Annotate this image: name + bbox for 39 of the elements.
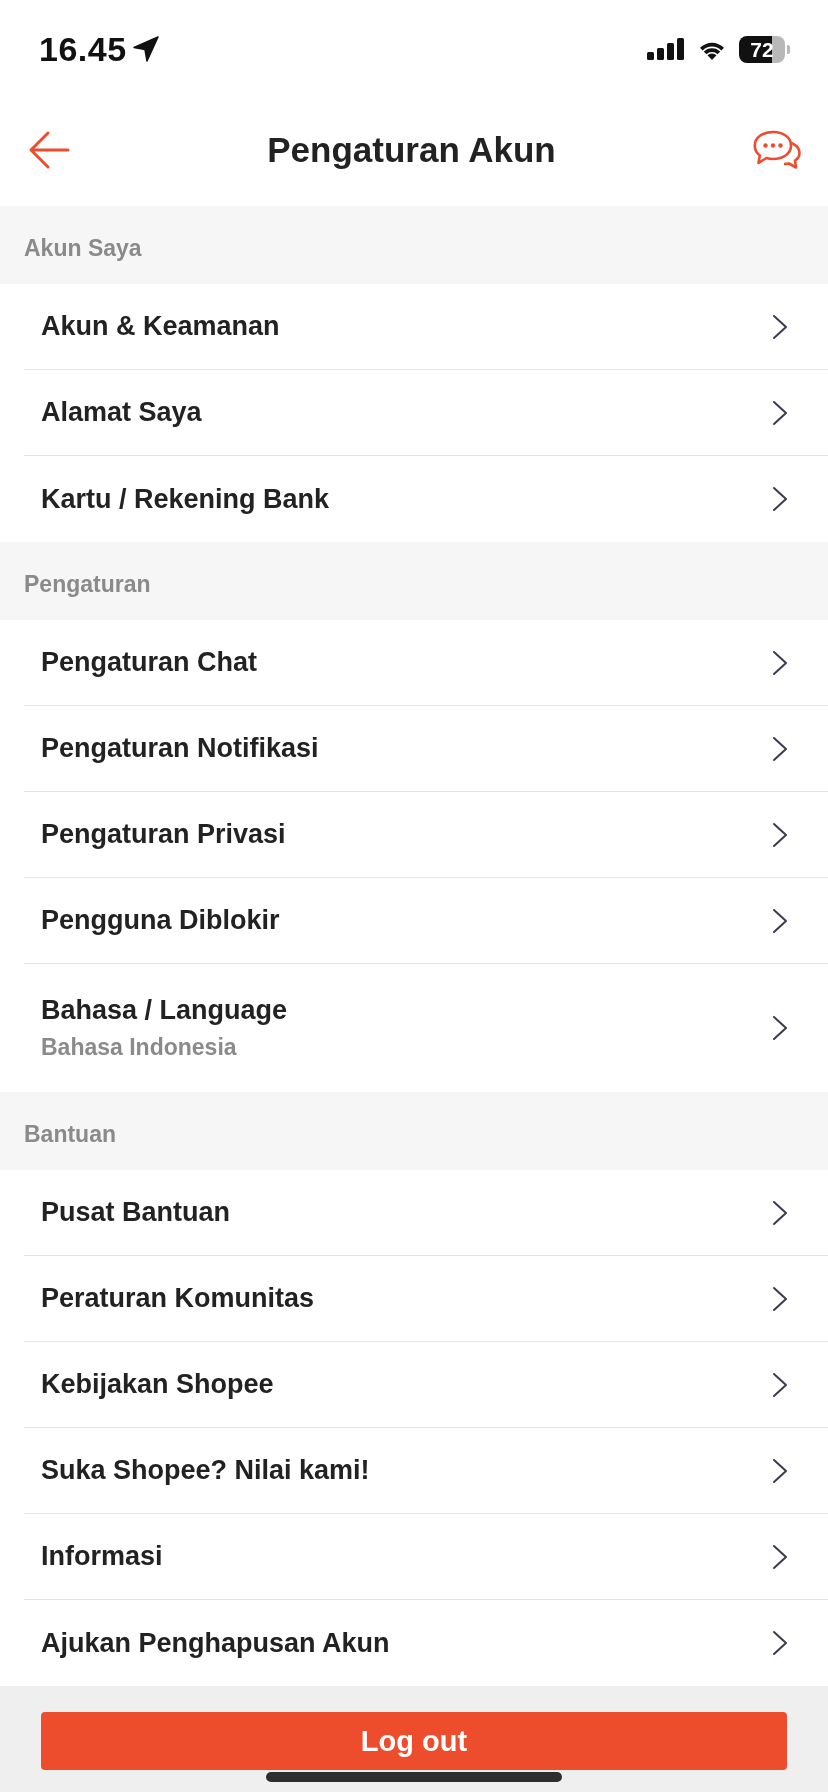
menu-item[interactable]: Informasi xyxy=(24,1514,828,1600)
chevron-right-icon xyxy=(772,313,788,340)
chevron-right-icon xyxy=(772,1199,788,1226)
menu-item[interactable]: Pengaturan Privasi xyxy=(24,792,828,878)
location-arrow-icon xyxy=(132,36,159,62)
menu-item[interactable]: Pengguna Diblokir xyxy=(24,878,828,964)
chevron-right-icon xyxy=(772,1457,788,1484)
chevron-right-icon xyxy=(772,399,788,426)
section-title: Akun Saya xyxy=(24,234,142,262)
chevron-right-icon xyxy=(772,821,788,848)
menu-item[interactable]: Pusat Bantuan xyxy=(24,1170,828,1256)
chevron-right-icon xyxy=(772,1630,788,1656)
chat-bubbles-icon[interactable] xyxy=(753,130,801,170)
signal-icon xyxy=(647,38,685,60)
menu-item[interactable]: Akun & Keamanan xyxy=(24,284,828,370)
menu-item[interactable]: Ajukan Penghapusan Akun xyxy=(24,1600,828,1686)
status-time: 16.45 xyxy=(39,29,127,69)
menu-item[interactable]: Suka Shopee? Nilai kami! xyxy=(24,1428,828,1514)
menu-item[interactable]: Alamat Saya xyxy=(24,370,828,456)
chevron-right-icon xyxy=(772,486,788,512)
logout-button[interactable]: Log out xyxy=(41,1712,787,1770)
section-title: Pengaturan xyxy=(24,570,151,598)
chevron-right-icon xyxy=(772,1543,788,1570)
back-arrow-icon[interactable] xyxy=(28,129,70,171)
chevron-right-icon xyxy=(772,907,788,934)
menu-item[interactable]: Peraturan Komunitas xyxy=(24,1256,828,1342)
chevron-right-icon xyxy=(772,1285,788,1312)
chevron-right-icon xyxy=(772,735,788,762)
menu-item[interactable]: Pengaturan Notifikasi xyxy=(24,706,828,792)
menu-item-value: Bahasa Indonesia xyxy=(41,1034,238,1061)
menu-item[interactable]: Pengaturan Chat xyxy=(24,620,828,706)
page-title: Pengaturan Akun xyxy=(267,130,556,170)
chevron-right-icon xyxy=(772,1015,788,1041)
menu-item[interactable]: Bahasa / Language Bahasa Indonesia xyxy=(24,964,828,1092)
section-title: Bantuan xyxy=(24,1120,116,1148)
chevron-right-icon xyxy=(772,649,788,676)
menu-item[interactable]: Kebijakan Shopee xyxy=(24,1342,828,1428)
menu-item[interactable]: Kartu / Rekening Bank xyxy=(24,456,828,542)
chevron-right-icon xyxy=(772,1371,788,1398)
